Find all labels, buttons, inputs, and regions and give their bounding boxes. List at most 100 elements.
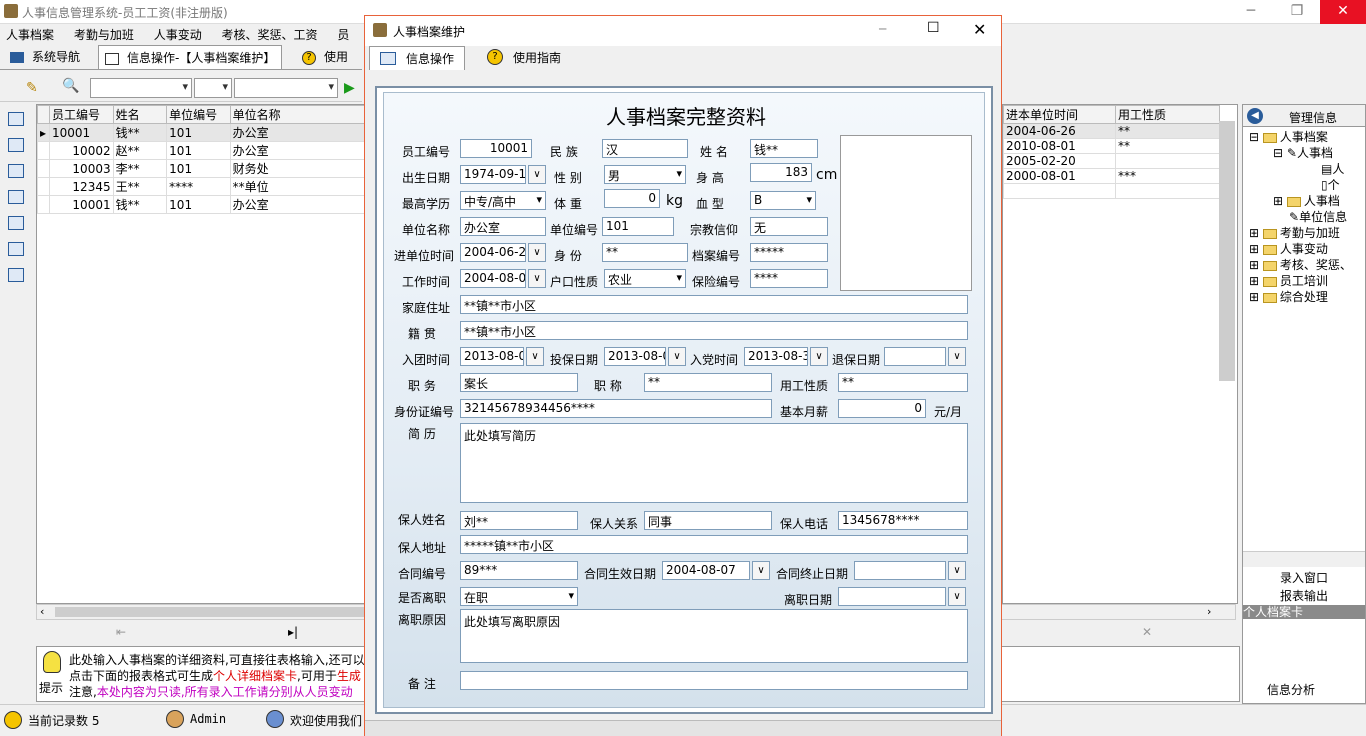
- hukou-select[interactable]: 农业: [604, 269, 686, 288]
- cancel-edit-icon[interactable]: ✕: [1142, 625, 1152, 639]
- native-place-field[interactable]: **镇**市小区: [460, 321, 968, 340]
- guarantor-field[interactable]: 刘**: [460, 511, 578, 530]
- address-field[interactable]: **镇**市小区: [460, 295, 968, 314]
- resume-textarea[interactable]: 此处填写简历: [460, 423, 968, 503]
- title-field[interactable]: **: [644, 373, 772, 392]
- unit-field[interactable]: 办公室: [460, 217, 546, 236]
- table-row[interactable]: 10002 赵** 101 办公室: [37, 141, 366, 160]
- menu-item-changes[interactable]: 人事变动: [154, 28, 202, 42]
- insurance-no-field[interactable]: ****: [750, 269, 828, 288]
- chart-icon[interactable]: [8, 216, 24, 230]
- work-date-field[interactable]: 2004-08-07: [460, 269, 526, 288]
- employment-type-field[interactable]: **: [838, 373, 968, 392]
- table-row[interactable]: 2004-06-26 **: [1003, 123, 1220, 139]
- dialog-minimize-button[interactable]: ─: [879, 22, 886, 36]
- tree-node[interactable]: ⊞ 人事档: [1249, 193, 1365, 209]
- pencil-icon[interactable]: ✎: [26, 80, 38, 96]
- tree-node[interactable]: ▤人: [1249, 161, 1365, 177]
- insure-date-field[interactable]: 2013-08-01: [604, 347, 666, 366]
- work-date-dropdown[interactable]: ∨: [528, 269, 546, 288]
- party-date-field[interactable]: 2013-08-31: [744, 347, 808, 366]
- vertical-scrollbar[interactable]: [1219, 121, 1235, 381]
- tree-node[interactable]: ⊞ 考勤与加班: [1249, 225, 1365, 241]
- note-field[interactable]: [460, 671, 968, 690]
- tree-node[interactable]: ⊞ 人事变动: [1249, 241, 1365, 257]
- tree-node[interactable]: ⊟ ✎人事档: [1249, 145, 1365, 161]
- leave-date-field[interactable]: [838, 587, 946, 606]
- join-date-dropdown[interactable]: ∨: [528, 243, 546, 262]
- table-row[interactable]: 2005-02-20: [1003, 153, 1220, 169]
- identity-field[interactable]: **: [602, 243, 688, 262]
- weight-field[interactable]: 0: [604, 189, 660, 208]
- contract-start-field[interactable]: 2004-08-07: [662, 561, 750, 580]
- nation-field[interactable]: 汉: [602, 139, 688, 158]
- salary-field[interactable]: 0: [838, 399, 926, 418]
- guarantor-relation-field[interactable]: 同事: [644, 511, 772, 530]
- guarantor-phone-field[interactable]: 1345678****: [838, 511, 968, 530]
- contract-start-dropdown[interactable]: ∨: [752, 561, 770, 580]
- leave-reason-textarea[interactable]: 此处填写离职原因: [460, 609, 968, 663]
- dialog-maximize-button[interactable]: ☐: [927, 20, 940, 36]
- last-record-icon[interactable]: ▸|: [288, 625, 298, 639]
- table-row[interactable]: 12345 王** **** **单位: [37, 177, 366, 196]
- col-header[interactable]: 单位编号: [166, 105, 231, 124]
- document-icon[interactable]: [8, 190, 24, 204]
- col-header[interactable]: 员工编号: [48, 105, 114, 124]
- col-header[interactable]: 进本单位时间: [1003, 105, 1116, 124]
- tab-guide[interactable]: ?使用指: [296, 45, 362, 88]
- table-row[interactable]: 10001 钱** 101 办公室: [37, 195, 366, 214]
- tab-system-nav[interactable]: 系统导航: [4, 45, 86, 69]
- emp-no-field[interactable]: 10001: [460, 139, 532, 158]
- close-button[interactable]: ✕: [1320, 0, 1366, 24]
- contract-no-field[interactable]: 89***: [460, 561, 578, 580]
- table-row[interactable]: 2000-08-01 ***: [1003, 168, 1220, 184]
- duty-field[interactable]: 案长: [460, 373, 578, 392]
- unit-no-field[interactable]: 101: [602, 217, 674, 236]
- tab-info-operation[interactable]: 信息操作: [369, 46, 466, 70]
- party-date-dropdown[interactable]: ∨: [810, 347, 828, 366]
- col-header[interactable]: 用工性质: [1115, 105, 1220, 124]
- height-field[interactable]: 183: [750, 163, 812, 182]
- birth-date-field[interactable]: 1974-09-14: [460, 165, 526, 184]
- list-item[interactable]: 录入窗口: [1243, 569, 1365, 587]
- tree-icon[interactable]: [8, 138, 24, 152]
- league-date-dropdown[interactable]: ∨: [526, 347, 544, 366]
- play-icon[interactable]: ▶: [344, 80, 355, 96]
- insure-date-dropdown[interactable]: ∨: [668, 347, 686, 366]
- menu-item-attendance[interactable]: 考勤与加班: [74, 28, 134, 42]
- scroll-left-arrow[interactable]: ‹: [40, 605, 44, 618]
- tab-user-guide[interactable]: ? 使用指南: [477, 46, 571, 70]
- resigned-select[interactable]: 在职: [460, 587, 578, 606]
- league-date-field[interactable]: 2013-08-02: [460, 347, 524, 366]
- dialog-close-button[interactable]: ✕: [973, 20, 986, 39]
- scroll-thumb[interactable]: [55, 607, 365, 617]
- menu-item-assessment[interactable]: 考核、奖惩、工资: [222, 28, 318, 42]
- retire-insure-date-dropdown[interactable]: ∨: [948, 347, 966, 366]
- tree-node[interactable]: ▯个: [1249, 177, 1365, 193]
- contract-end-dropdown[interactable]: ∨: [948, 561, 966, 580]
- table-row[interactable]: 10003 李** 101 财务处: [37, 159, 366, 178]
- restore-button[interactable]: ❐: [1274, 0, 1320, 24]
- magnifier-icon[interactable]: 🔍: [62, 78, 79, 94]
- list-item[interactable]: 个人档案卡: [1243, 605, 1365, 619]
- filter-field-combo[interactable]: [90, 78, 192, 98]
- file-no-field[interactable]: *****: [750, 243, 828, 262]
- table-row[interactable]: ▸ 10001 钱** 101 办公室: [37, 123, 366, 142]
- blood-select[interactable]: B: [750, 191, 816, 210]
- guarantor-address-field[interactable]: *****镇**市小区: [460, 535, 968, 554]
- table-row[interactable]: [1003, 183, 1220, 199]
- tree-hscroll[interactable]: [1243, 551, 1365, 567]
- back-icon[interactable]: ◀: [1247, 108, 1263, 124]
- scroll-right-arrow[interactable]: ›: [1207, 605, 1211, 618]
- education-select[interactable]: 中专/高中: [460, 191, 546, 210]
- list-item[interactable]: 报表输出: [1243, 587, 1365, 605]
- table-row[interactable]: 2010-08-01 **: [1003, 138, 1220, 154]
- tree-node[interactable]: ⊞ 综合处理: [1249, 289, 1365, 305]
- first-record-icon[interactable]: ⇤: [116, 625, 126, 639]
- col-header[interactable]: 单位名称: [229, 105, 366, 124]
- form-icon[interactable]: [8, 164, 24, 178]
- tree-node[interactable]: ✎单位信息: [1249, 209, 1365, 225]
- col-header[interactable]: 姓名: [112, 105, 168, 124]
- photo-box[interactable]: [840, 135, 972, 291]
- menu-item-archive[interactable]: 人事档案: [6, 28, 54, 42]
